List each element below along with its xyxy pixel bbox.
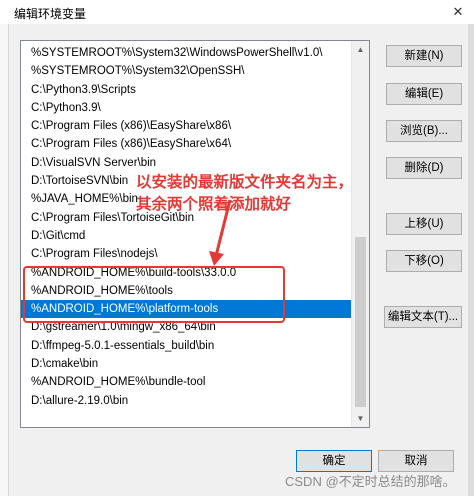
ok-button[interactable]: 确定: [296, 450, 372, 472]
title-bar: 编辑环境变量 ✕: [0, 0, 474, 25]
path-list-item[interactable]: C:\Program Files\nodejs\: [21, 245, 353, 263]
path-list-item[interactable]: D:\Git\cmd: [21, 227, 353, 245]
path-list-item[interactable]: %SYSTEMROOT%\System32\OpenSSH\: [21, 62, 353, 80]
annotation-text-line2: 其余两个照着添加就好: [136, 196, 292, 213]
close-icon[interactable]: ✕: [448, 2, 468, 22]
path-list-item[interactable]: D:\ffmpeg-5.0.1-essentials_build\bin: [21, 337, 353, 355]
delete-button[interactable]: 删除(D): [386, 157, 462, 179]
edit-button[interactable]: 编辑(E): [386, 83, 462, 105]
scroll-up-arrow-icon[interactable]: ▲: [352, 41, 369, 58]
edit-text-button[interactable]: 编辑文本(T)...: [384, 306, 462, 328]
cancel-button[interactable]: 取消: [378, 450, 454, 472]
path-list-item[interactable]: C:\Program Files (x86)\EasyShare\x86\: [21, 117, 353, 135]
scrollbar-thumb[interactable]: [355, 237, 366, 407]
move-up-button[interactable]: 上移(U): [386, 213, 462, 235]
scroll-down-arrow-icon[interactable]: ▼: [352, 410, 369, 427]
path-list[interactable]: %SYSTEMROOT%\System32\WindowsPowerShell\…: [20, 40, 370, 428]
annotation-text-line1: 以安装的最新版文件夹名为主，: [136, 174, 354, 191]
highlight-box: [23, 266, 285, 323]
move-down-button[interactable]: 下移(O): [386, 250, 462, 272]
background-window-edge-right: [468, 24, 474, 496]
new-button[interactable]: 新建(N): [386, 45, 462, 67]
vertical-scrollbar[interactable]: ▲ ▼: [351, 41, 369, 427]
path-list-item[interactable]: D:\VisualSVN Server\bin: [21, 154, 353, 172]
watermark: CSDN @不定时总结的那啥。: [285, 474, 456, 489]
path-list-item[interactable]: C:\Python3.9\Scripts: [21, 81, 353, 99]
window-title: 编辑环境变量: [14, 7, 87, 21]
path-list-item[interactable]: C:\Python3.9\: [21, 99, 353, 117]
path-list-item[interactable]: D:\cmake\bin: [21, 355, 353, 373]
path-list-item[interactable]: D:\allure-2.19.0\bin: [21, 392, 353, 410]
path-list-item[interactable]: %ANDROID_HOME%\bundle-tool: [21, 373, 353, 391]
browse-button[interactable]: 浏览(B)...: [386, 120, 462, 142]
path-list-rows: %SYSTEMROOT%\System32\WindowsPowerShell\…: [21, 44, 353, 410]
background-window-edge: [0, 24, 9, 496]
path-list-item[interactable]: %SYSTEMROOT%\System32\WindowsPowerShell\…: [21, 44, 353, 62]
path-list-item[interactable]: C:\Program Files (x86)\EasyShare\x64\: [21, 135, 353, 153]
